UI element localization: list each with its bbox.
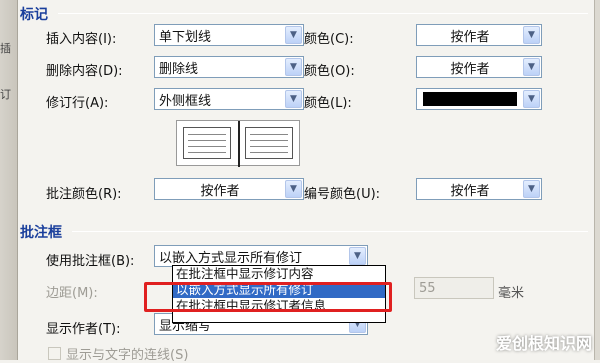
balloon-width-input[interactable]: 55 [414,277,494,299]
use-balloons-select[interactable]: 以嵌入方式显示所有修订 ▼ [154,245,368,267]
dropdown-option[interactable]: 在批注框中显示修订内容 [173,266,385,282]
track-changes-options-dialog: 标记 插入内容(I): 单下划线 ▼ 颜色(C): 按作者 ▼ 删除内容(D):… [18,0,600,363]
comments-color-label: 批注颜色(R): [46,187,122,202]
annotation-highlight-box [144,282,392,312]
deletions-color-select[interactable]: 按作者 ▼ [416,56,542,78]
changed-lines-select[interactable]: 外侧框线 ▼ [154,88,304,110]
numbering-color-select[interactable]: 按作者 ▼ [416,178,542,200]
insertions-color-select[interactable]: 按作者 ▼ [416,24,542,46]
chevron-down-icon[interactable]: ▼ [523,26,540,44]
changed-lines-label: 修订行(A): [46,96,109,111]
show-lines-label: 显示与文字的连线(S) [66,348,189,363]
group-divider [58,13,588,14]
deletions-label: 删除内容(D): [46,64,123,79]
preview-divider [238,121,240,167]
changed-lines-color-select[interactable]: ▼ [416,88,542,110]
color-swatch [423,92,517,106]
show-lines-checkbox[interactable]: 显示与文字的连线(S) [48,344,188,363]
deletions-select[interactable]: 删除线 ▼ [154,56,304,78]
insertions-color-label: 颜色(C): [304,32,354,47]
background-window-strip: 插 订 [0,0,18,360]
preview-page [245,127,293,159]
chevron-down-icon[interactable]: ▼ [523,90,540,108]
insertions-label: 插入内容(I): [46,32,117,47]
background-fragment: 插 [0,42,11,55]
width-unit-label: 毫米 [498,286,525,301]
deletions-color-label: 颜色(O): [304,64,355,79]
checkbox-box[interactable] [48,347,61,360]
chevron-down-icon[interactable]: ▼ [285,180,302,198]
changed-lines-preview [176,120,300,167]
chevron-down-icon[interactable]: ▼ [285,26,302,44]
background-fragment: 订 [0,88,11,101]
show-author-label: 显示作者(T): [46,322,121,337]
use-balloons-label: 使用批注框(B): [46,254,135,269]
watermark: 爱创根知识网 [495,334,592,353]
dialog-right-edge [594,0,600,360]
group-divider [72,231,588,232]
chevron-down-icon[interactable]: ▼ [349,247,366,265]
chevron-down-icon[interactable]: ▼ [285,90,302,108]
margin-label: 边距(M): [46,286,98,301]
preview-page [183,127,231,159]
numbering-color-label: 编号颜色(U): [304,187,381,202]
balloons-group-title: 批注框 [20,225,62,241]
insertions-select[interactable]: 单下划线 ▼ [154,24,304,46]
markup-group-title: 标记 [20,7,48,23]
comments-color-select[interactable]: 按作者 ▼ [154,178,304,200]
chevron-down-icon[interactable]: ▼ [285,58,302,76]
chevron-down-icon[interactable]: ▼ [523,180,540,198]
changed-lines-color-label: 颜色(L): [304,96,352,111]
chevron-down-icon[interactable]: ▼ [523,58,540,76]
